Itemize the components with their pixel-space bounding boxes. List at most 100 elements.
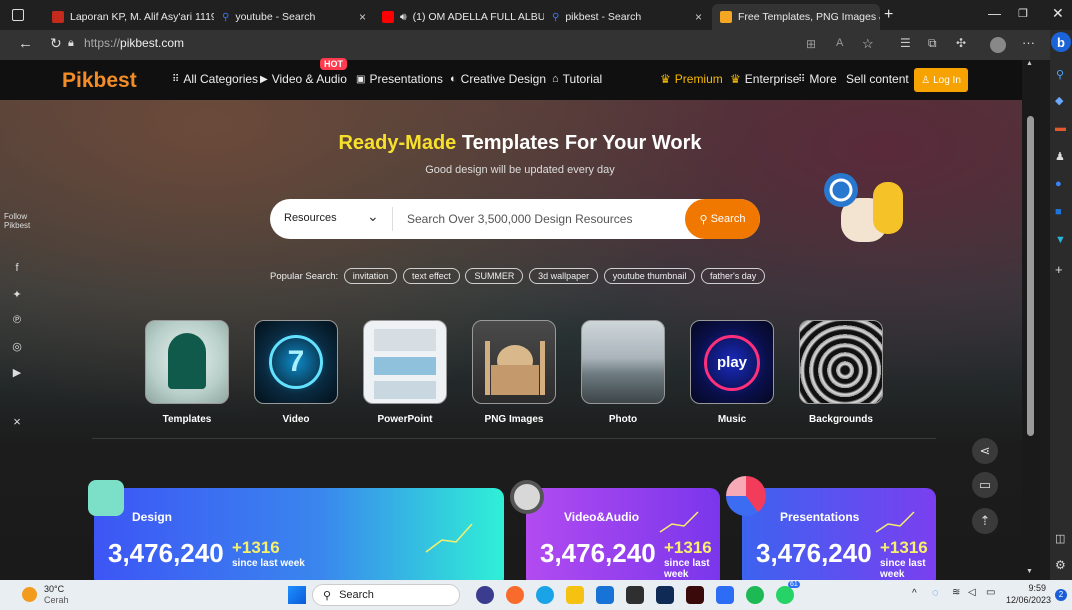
clock-time[interactable]: 9:59 xyxy=(1022,583,1046,593)
windows-start-icon[interactable] xyxy=(288,586,306,604)
taskbar-app-photoshop-icon[interactable] xyxy=(656,586,674,604)
weather-sun-icon[interactable] xyxy=(22,587,37,602)
pikbest-logo[interactable]: Pikbest xyxy=(62,69,137,93)
app-available-icon[interactable]: ⊞ xyxy=(806,37,816,51)
stat-card-video-audio[interactable]: Video&Audio 3,476,240 +1316 since last w… xyxy=(526,488,720,588)
speaker-icon[interactable]: 🔊︎ xyxy=(400,11,407,24)
refresh-icon[interactable]: ↻ xyxy=(50,35,62,52)
category-music[interactable]: play Music xyxy=(690,320,774,425)
login-button[interactable]: ♙ Log In xyxy=(914,68,968,92)
taskbar-app-firefox-icon[interactable] xyxy=(506,586,524,604)
popular-tag[interactable]: invitation xyxy=(343,268,398,284)
youtube-icon[interactable]: ▶ xyxy=(0,366,34,379)
nav-sell-content[interactable]: Sell content xyxy=(846,72,909,86)
share-button[interactable]: ⋖ xyxy=(972,438,998,464)
new-tab-button[interactable]: + xyxy=(884,6,893,24)
clock-date[interactable]: 12/06/2023 xyxy=(1006,595,1051,605)
tab-youtube-video[interactable]: 🔊︎ (1) OM ADELLA FULL ALBU × xyxy=(374,4,544,30)
feedback-button[interactable]: ▭ xyxy=(972,472,998,498)
popular-tag[interactable]: youtube thumbnail xyxy=(603,268,696,284)
taskbar-app-spotify-icon[interactable] xyxy=(746,586,764,604)
read-aloud-icon[interactable]: A xyxy=(836,37,843,49)
tab-close-icon[interactable]: × xyxy=(695,10,702,24)
popular-tag[interactable]: 3d wallpaper xyxy=(529,268,599,284)
popular-tag[interactable]: father's day xyxy=(700,268,766,284)
nav-all-categories[interactable]: ⠿ All Categories xyxy=(172,72,258,86)
stat-card-design[interactable]: Design 3,476,240 +1316 since last week xyxy=(94,488,504,588)
close-window-button[interactable]: ✕ xyxy=(1052,5,1064,22)
drop-icon[interactable]: ▼ xyxy=(1055,234,1066,246)
minimize-button[interactable]: — xyxy=(988,6,1001,21)
discover-icon[interactable]: ◆ xyxy=(1055,94,1063,107)
wifi-icon[interactable]: ≋ xyxy=(952,587,960,598)
add-sidebar-icon[interactable]: + xyxy=(1055,262,1063,277)
category-png-images[interactable]: PNG Images xyxy=(472,320,556,425)
category-photo[interactable]: Photo xyxy=(581,320,665,425)
nav-presentations[interactable]: ▣ Presentations xyxy=(356,72,443,86)
nav-premium[interactable]: ♛ Premium xyxy=(660,72,723,86)
search-input[interactable]: Search Over 3,500,000 Design Resources xyxy=(407,212,632,226)
instagram-icon[interactable]: ◎ xyxy=(0,340,34,353)
page-scrollbar[interactable]: ▲ ▼ xyxy=(1022,60,1040,580)
category-video[interactable]: 7 Video xyxy=(254,320,338,425)
tray-chevron-up-icon[interactable]: ^ xyxy=(912,588,917,599)
nav-more[interactable]: ⠿ More xyxy=(798,72,837,86)
scroll-down-icon[interactable]: ▼ xyxy=(1026,568,1033,575)
taskbar-app-explorer-icon[interactable] xyxy=(566,586,584,604)
restore-button[interactable]: ❐ xyxy=(1018,7,1028,20)
nav-video-audio[interactable]: ▶ Video & Audio xyxy=(260,72,347,86)
search-sidebar-icon[interactable]: ⚲ xyxy=(1056,68,1064,81)
tray-app-icon[interactable]: ◌ xyxy=(932,587,939,599)
resource-type-select[interactable]: Resources xyxy=(284,212,337,224)
tab-actions-icon[interactable] xyxy=(12,9,24,21)
games-icon[interactable]: ♟ xyxy=(1055,150,1065,163)
tab-close-icon[interactable]: × xyxy=(359,10,366,24)
nav-creative-design[interactable]: ◐ Creative Design xyxy=(450,72,546,86)
volume-icon[interactable]: ◁ xyxy=(968,587,976,598)
tab-youtube-search[interactable]: ⚲ youtube - Search × xyxy=(214,4,374,30)
taskbar-app-camera-icon[interactable] xyxy=(626,586,644,604)
nav-enterprise[interactable]: ♛ Enterprise xyxy=(730,72,799,86)
taskbar-search[interactable]: ⚲ Search xyxy=(312,584,460,606)
popular-tag[interactable]: SUMMER xyxy=(465,268,524,284)
collections-icon[interactable]: ⧉ xyxy=(928,36,937,51)
taskbar-app-illustrator-icon[interactable] xyxy=(686,586,704,604)
tab-laporan[interactable]: Laporan KP, M. Alif Asy'ari 1119! × xyxy=(44,4,214,30)
back-to-top-button[interactable]: ⇡ xyxy=(972,508,998,534)
facebook-icon[interactable]: f xyxy=(0,262,34,274)
twitter-icon[interactable]: ✦ xyxy=(0,288,34,301)
sidebar-toggle-icon[interactable]: ◫ xyxy=(1055,532,1065,545)
scrollbar-thumb[interactable] xyxy=(1027,116,1034,436)
chevron-down-icon[interactable]: ⌄ xyxy=(367,208,379,225)
category-templates[interactable]: Templates xyxy=(145,320,229,425)
extensions-icon[interactable]: ✣ xyxy=(956,36,966,50)
popular-tag[interactable]: text effect xyxy=(402,268,460,284)
favorite-star-icon[interactable]: ☆ xyxy=(862,36,874,52)
taskbar-app-zoom-icon[interactable] xyxy=(716,586,734,604)
category-powerpoint[interactable]: PowerPoint xyxy=(363,320,447,425)
tools-icon[interactable]: ▬ xyxy=(1055,122,1066,134)
settings-gear-icon[interactable]: ⚙ xyxy=(1055,558,1066,572)
taskbar-app-mail-icon[interactable] xyxy=(596,586,614,604)
nav-tutorial[interactable]: ⌂ Tutorial xyxy=(552,72,602,86)
category-backgrounds[interactable]: Backgrounds xyxy=(799,320,883,425)
stat-card-presentations[interactable]: Presentations 3,476,240 +1316 since last… xyxy=(742,488,936,588)
favorites-icon[interactable]: ☰ xyxy=(900,36,911,50)
microsoft365-icon[interactable]: ● xyxy=(1055,178,1062,190)
taskbar-app-chat-icon[interactable] xyxy=(476,586,494,604)
scroll-up-icon[interactable]: ▲ xyxy=(1026,60,1033,67)
close-follow-icon[interactable]: × xyxy=(0,414,34,429)
tab-pikbest-search[interactable]: ⚲ pikbest - Search × xyxy=(544,4,710,30)
tab-pikbest-active[interactable]: Free Templates, PNG Images & F × xyxy=(712,4,880,30)
url-field[interactable]: https://pikbest.com xyxy=(84,36,184,50)
pinterest-icon[interactable]: ℗ xyxy=(0,314,34,326)
battery-icon[interactable]: ▭ xyxy=(986,587,995,598)
search-button[interactable]: ⚲ Search xyxy=(685,199,760,239)
taskbar-app-edge-icon[interactable] xyxy=(536,586,554,604)
more-menu-icon[interactable]: ··· xyxy=(1022,35,1035,50)
weather-temp[interactable]: 30°C xyxy=(44,584,64,594)
bing-chat-icon[interactable]: b xyxy=(1051,32,1071,52)
profile-avatar[interactable] xyxy=(990,37,1006,53)
outlook-icon[interactable]: ■ xyxy=(1055,206,1062,218)
back-arrow-icon[interactable]: ← xyxy=(18,35,33,52)
